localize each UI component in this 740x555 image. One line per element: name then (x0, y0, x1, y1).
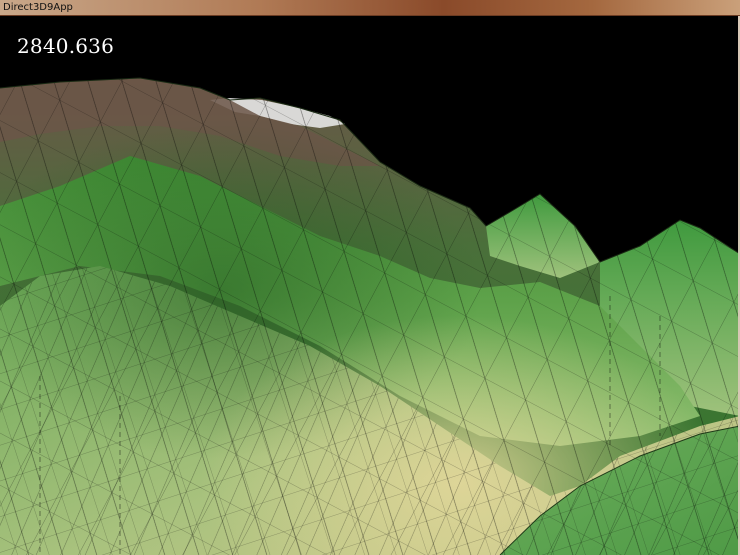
render-viewport[interactable]: 2840.636 (0, 16, 740, 555)
title-bar[interactable]: Direct3D9App (0, 0, 740, 16)
frame-counter: 2840.636 (17, 34, 115, 58)
terrain-scene (0, 76, 740, 555)
window-title: Direct3D9App (3, 2, 73, 13)
app-window: Direct3D9App 2840.636 (0, 0, 740, 555)
